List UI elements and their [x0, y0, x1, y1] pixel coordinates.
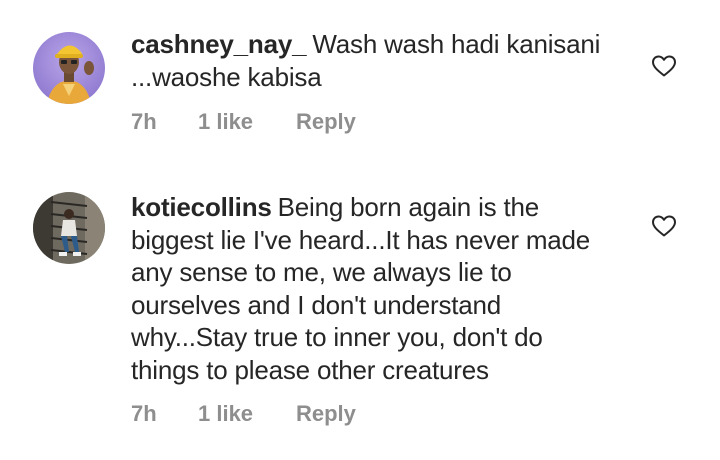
heart-icon[interactable]	[651, 214, 677, 238]
comment-timestamp: 7h	[131, 401, 157, 426]
user-avatar-image	[33, 192, 105, 264]
comment-item: kotiecollins Being born again is the bigg…	[0, 150, 720, 460]
comment-username[interactable]: cashney_nay_	[131, 29, 307, 59]
reply-button[interactable]: Reply	[296, 401, 356, 427]
comment-meta: 7h 1 like Reply	[131, 400, 356, 428]
comment-like-count[interactable]: 1 like	[198, 109, 296, 135]
comment-meta: 7h 1 like Reply	[131, 108, 356, 136]
reply-button[interactable]: Reply	[296, 109, 356, 135]
heart-icon[interactable]	[651, 54, 677, 78]
comment-body: kotiecollins Being born again is the bigg…	[131, 191, 611, 386]
user-avatar-image	[33, 32, 105, 104]
avatar[interactable]	[33, 192, 105, 264]
comment-like-count[interactable]: 1 like	[198, 401, 296, 427]
comment-username[interactable]: kotiecollins	[131, 192, 272, 222]
avatar[interactable]	[33, 32, 105, 104]
comment-item: cashney_nay_ Wash wash hadi kanisani ...w…	[0, 0, 720, 150]
comment-timestamp: 7h	[131, 109, 157, 134]
comment-body: cashney_nay_ Wash wash hadi kanisani ...w…	[131, 28, 611, 93]
heart-outline-icon	[652, 55, 676, 77]
heart-outline-icon	[652, 215, 676, 237]
